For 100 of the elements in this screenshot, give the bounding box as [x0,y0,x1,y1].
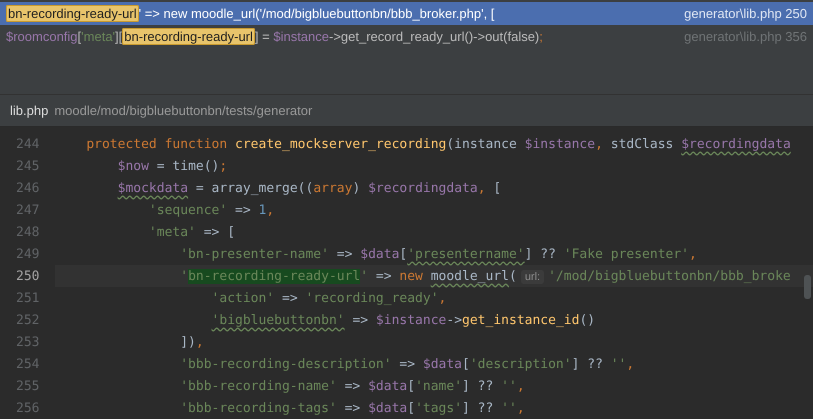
code-string: 'meta' [148,224,196,240]
code-string: '' [501,400,517,416]
code-text: ] ?? [462,378,494,394]
code-string: 'Fake presenter' [564,246,690,262]
result-text: ; [539,29,543,44]
code-string: 'bbb-recording-tags' [180,400,337,416]
code-text: => [344,378,362,394]
code-text: ]) [180,334,196,350]
code-text: ( [508,268,517,284]
result-text: ' => new moodle_url('/mod/bigbluebuttonbn/bbb_broker.php', [ [138,6,494,21]
code-text: (instance [446,136,518,152]
code-text: ) [352,180,362,196]
code-text: () [579,312,596,328]
code-string: 'description' [470,356,572,372]
code-string: ' [180,268,188,284]
code-string: 'bn-presenter-name' [180,246,329,262]
result-text: ][ [115,29,122,44]
line-number: 246 [15,180,40,196]
code-function: get_instance_id [462,312,580,328]
code-string: '' [610,356,626,372]
code-string: 'sequence' [148,202,228,218]
code-text: => [399,356,416,372]
code-text: [ [493,180,502,196]
code-string: 'tags' [415,400,462,416]
result-text: ] = [254,29,271,44]
code-string: 'bbb-recording-name' [180,378,337,394]
result-text: ->get_record_ready_url()->out(false) [329,29,540,44]
code-text: [ [407,378,416,394]
code-text: ] ?? [572,356,604,372]
code-string: 'recording_ready' [305,290,439,306]
code-text: => [ [204,224,236,240]
line-number: 249 [15,246,40,262]
code-variable: $now [118,158,149,174]
line-number: 245 [15,158,40,174]
code-variable: $data [422,356,462,372]
line-number: 255 [15,378,40,394]
result-text: 'meta' [81,29,116,44]
code-string: 'name' [415,378,462,394]
code-text: [ [407,400,416,416]
file-path: moodle/mod/bigbluebuttonbn/tests/generator [54,103,312,118]
code-text: [ [399,246,408,262]
code-text: => [235,202,252,218]
match-highlight: bn-recording-ready-url [6,5,139,22]
code-text: ] ?? [462,400,494,416]
line-number: 244 [15,136,40,152]
code-text: => [282,290,299,306]
line-number: 253 [15,334,40,350]
code-text: = time() [156,158,220,174]
code-keyword: new [399,268,424,284]
code-function: create_mockserver_recording [235,136,446,152]
code-text: moodle_url [430,268,509,284]
code-variable: $data [360,246,400,262]
scrollbar-thumb[interactable] [804,275,811,299]
code-keyword: , [689,246,697,262]
code-keyword: , [438,290,446,306]
code-variable: $instance [524,136,596,152]
line-number: 256 [15,400,40,416]
code-text: => [336,246,354,262]
code-string: 'bbb-recording-description' [180,356,392,372]
result-text: $roomconfig [6,29,78,44]
code-keyword: , [196,334,204,350]
code-string: '' [501,378,517,394]
line-number: 254 [15,356,40,372]
line-number: 248 [15,224,40,240]
code-keyword: , [626,356,634,372]
parameter-hint: url: [520,270,544,284]
code-keyword: , [266,202,274,218]
code-text: => [376,268,393,284]
match-highlight: bn-recording-ready-url [122,28,255,45]
code-variable: $instance [376,312,446,328]
code-string: ' [360,268,368,284]
result-text: $instance [273,29,329,44]
code-string: 'action' [212,290,274,306]
result-text: [ [78,29,82,44]
code-text: stdClass [610,136,674,152]
code-number: 1 [258,202,266,218]
code-string: 'presentername' [407,246,525,262]
code-text: [ [462,356,470,372]
match-highlight: bn-recording-ready-url [188,268,360,284]
code-text: -> [446,312,462,328]
code-text: ] ?? [524,246,557,262]
search-result[interactable]: bn-recording-ready-url' => new moodle_url('/mod/bigbluebuttonbn/bbb_broker.php', [ generator\lib.php 250 [0,2,813,25]
code-string: 'bigbluebuttonbn' [212,312,345,328]
code-variable: $mockdata [118,180,188,196]
code-keyword: , [595,136,604,152]
line-number: 247 [15,202,40,218]
result-location: generator\lib.php 250 [684,6,807,21]
code-keyword: , [478,180,487,196]
code-variable: $data [368,400,408,416]
code-variable: $recordingdata [681,136,791,152]
code-keyword: , [516,400,525,416]
code-text: = array_merge(( [196,180,314,196]
code-variable: $data [368,378,408,394]
code-text: => [344,400,362,416]
line-number: 251 [15,290,40,306]
code-keyword: , [516,378,525,394]
line-number: 252 [15,312,40,328]
code-keyword: ; [219,158,228,174]
code-keyword: array [313,180,352,196]
code-keyword: protected function [86,136,228,152]
